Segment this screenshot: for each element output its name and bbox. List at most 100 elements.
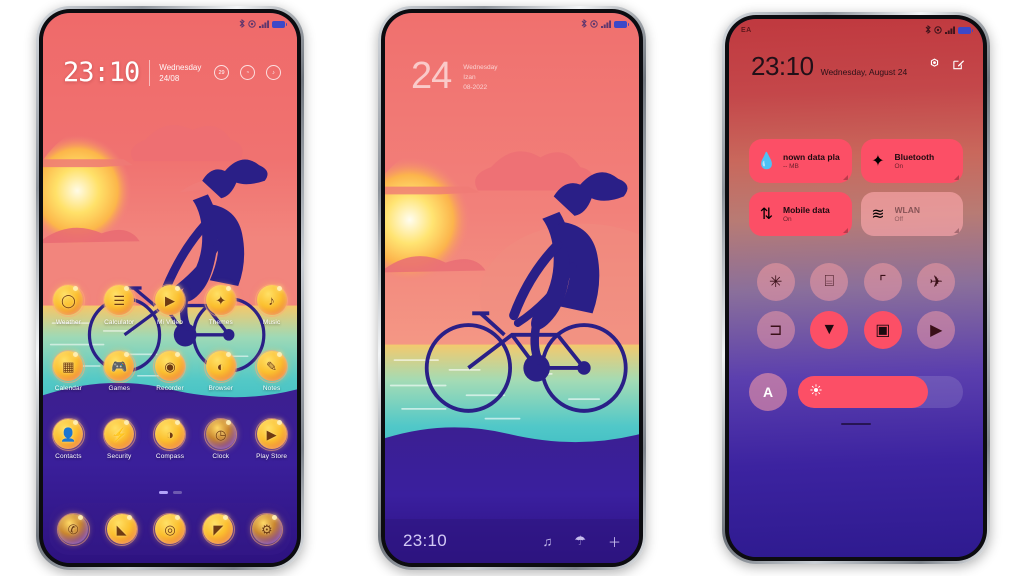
app-recorder[interactable]: ◉ Recorder (145, 349, 196, 392)
tile-status: On (894, 163, 904, 170)
screenshot-toggle[interactable]: ⌜ (863, 263, 902, 301)
app-icon: ◷ (204, 417, 238, 451)
app-calculator[interactable]: ☰ Calculator (94, 283, 145, 326)
add-icon[interactable]: ＋ (608, 532, 621, 551)
tile-expand-corner[interactable] (954, 175, 959, 180)
app-glyph: ◐ (216, 358, 225, 374)
app-glyph: ◯ (61, 292, 76, 308)
app-mi-video[interactable]: ▶ Mi Video (145, 283, 196, 326)
music-note-icon[interactable]: ♫ (543, 534, 553, 549)
brightness-slider[interactable] (798, 376, 963, 408)
app-glyph: 🎮 (111, 358, 128, 374)
gallery-app[interactable]: ◤ (201, 512, 235, 546)
tile-expand-corner[interactable] (954, 228, 959, 233)
airplane-toggle[interactable]: ✈ (917, 263, 956, 301)
phone3-bezel: EA 23:10 Wednesday, August 24 💧 nown dat… (725, 15, 987, 561)
lock-weekday: Wednesday (463, 64, 498, 71)
phone3-screen: EA 23:10 Wednesday, August 24 💧 nown dat… (729, 19, 983, 557)
dnd-icon (248, 15, 256, 33)
app-clock[interactable]: ◷ Clock (195, 417, 246, 460)
phone1-lockscreen-clock: 23:10 Wednesday 24/08 29 ◔ ♪ (63, 57, 281, 88)
cast-toggle[interactable]: ⊐ (756, 311, 795, 349)
settings-app[interactable]: ⚙ (250, 512, 284, 546)
page-dot-2[interactable] (172, 491, 182, 494)
app-compass[interactable]: ◑ Compass (145, 417, 196, 460)
app-calendar[interactable]: ▦ Calendar (43, 349, 94, 392)
lock-meta: Wednesday Izan 08-2022 (463, 63, 497, 93)
screenshot-stage: 23:10 Wednesday 24/08 29 ◔ ♪ ◯ Weather ☰ Ca… (0, 0, 1024, 576)
phone2-status-bar (385, 13, 639, 35)
flashlight-toggle[interactable]: ✳ (756, 263, 795, 301)
app-icon: ✦ (204, 283, 238, 317)
lock-shortcuts: 29 ◔ ♪ (214, 65, 281, 80)
app-glyph: ◎ (164, 521, 176, 537)
lock-weekday: Wednesday (159, 62, 202, 72)
page-dot-1[interactable] (158, 491, 168, 494)
data-arrows-icon: ⇅ (759, 206, 774, 223)
lock-date: 24/08 (159, 73, 180, 83)
app-row-2: ▦ Calendar 🎮 Games ◉ Recorder ◐ Browser ✎ Notes (43, 349, 297, 392)
data-usage-tile[interactable]: 💧 nown data pla -- MB (749, 139, 852, 183)
lock-time: 23:10 (63, 57, 140, 88)
phone-mockup-lockscreen: 24 Wednesday Izan 08-2022 23:10 ♫ ☂ ＋ (378, 6, 646, 570)
app-glyph: ▦ (62, 358, 75, 374)
wifi-icon: ≋ (871, 206, 885, 223)
download-toggle[interactable]: ▼ (810, 311, 849, 349)
camera-app[interactable]: ◎ (153, 512, 187, 546)
app-icon: 👤 (51, 417, 85, 451)
app-games[interactable]: 🎮 Games (94, 349, 145, 392)
app-label: Music (262, 319, 281, 326)
bluetooth-tile[interactable]: ✦ Bluetooth On (860, 139, 963, 183)
phone-app[interactable]: ✆ (56, 512, 90, 546)
dock: ✆ ◣ ◎ ◤ ⚙ (49, 503, 291, 555)
app-security[interactable]: ⚡ Security (94, 417, 145, 460)
app-play-store[interactable]: ▶ Play Store (246, 417, 297, 460)
app-icon: ✎ (255, 349, 289, 383)
phone2-screen: 24 Wednesday Izan 08-2022 23:10 ♫ ☂ ＋ (385, 13, 639, 563)
sun-icon (810, 383, 822, 401)
shade-drag-handle[interactable] (841, 423, 871, 425)
app-label: Weather (55, 319, 81, 326)
record-toggle[interactable]: ▣ (863, 311, 902, 349)
app-browser[interactable]: ◐ Browser (195, 349, 246, 392)
lock-date-block: Wednesday 24/08 (159, 62, 201, 84)
app-icon: ☰ (102, 283, 136, 317)
app-notes[interactable]: ✎ Notes (246, 349, 297, 392)
dnd-icon (590, 15, 598, 33)
app-label: Security (107, 453, 132, 460)
auto-brightness-button[interactable]: A (749, 373, 787, 411)
app-glyph: ◉ (164, 358, 176, 374)
tile-title: Mobile data (783, 205, 830, 215)
app-themes[interactable]: ✦ Themes (195, 283, 246, 326)
app-weather[interactable]: ◯ Weather (43, 283, 94, 326)
edit-icon[interactable] (952, 58, 965, 76)
music-shortcut[interactable]: ♪ (266, 65, 281, 80)
tile-status: Off (894, 216, 904, 223)
phone3-status-bar: EA (729, 19, 983, 41)
lock-toggle[interactable]: ⌸ (810, 263, 849, 301)
tile-expand-corner[interactable] (842, 228, 848, 233)
app-glyph: ✆ (67, 521, 79, 537)
mobile-data-tile[interactable]: ⇅ Mobile data On (749, 192, 852, 236)
app-music[interactable]: ♪ Music (246, 283, 297, 326)
video-toggle[interactable]: ▶ (917, 311, 956, 349)
app-glyph: ◑ (166, 426, 174, 442)
app-icon: ◉ (153, 349, 187, 383)
app-glyph: ⚡ (111, 426, 128, 442)
tile-expand-corner[interactable] (842, 175, 848, 180)
wlan-tile[interactable]: ≋ WLAN Off (860, 192, 963, 236)
phone2-bottom-bar: 23:10 ♫ ☂ ＋ (385, 519, 639, 563)
calendar-shortcut[interactable]: 29 (214, 65, 229, 80)
tile-text: Bluetooth On (895, 152, 935, 170)
app-label: Play Store (256, 453, 288, 460)
messages-app[interactable]: ◣ (105, 512, 139, 546)
tile-title: WLAN (894, 205, 921, 215)
tile-title: Bluetooth (894, 152, 935, 162)
umbrella-icon[interactable]: ☂ (574, 533, 586, 549)
settings-gear-icon[interactable] (928, 58, 941, 76)
app-contacts[interactable]: 👤 Contacts (43, 417, 94, 460)
compass-shortcut[interactable]: ◔ (240, 65, 255, 80)
tile-text: nown data pla -- MB (783, 152, 840, 170)
phone2-lockscreen-clock: 24 Wednesday Izan 08-2022 (411, 57, 498, 95)
signal-icon (945, 21, 956, 39)
